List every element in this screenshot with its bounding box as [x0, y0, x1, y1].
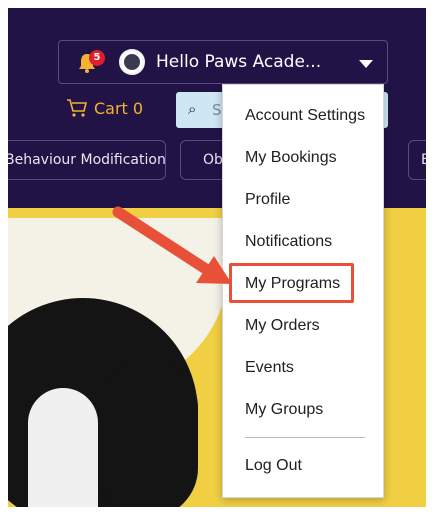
avatar[interactable] [119, 49, 145, 75]
menu-item-my-groups[interactable]: My Groups [245, 401, 323, 419]
menu-item-my-orders[interactable]: My Orders [245, 317, 320, 335]
menu-item-profile[interactable]: Profile [245, 191, 290, 209]
screenshot-frame: 5 Hello Paws Acade... Cart 0 ⌕ S Behavio… [8, 8, 426, 507]
search-placeholder: S [212, 101, 222, 119]
cart-link[interactable]: Cart 0 [66, 98, 143, 118]
search-icon: ⌕ [188, 100, 197, 118]
category-bo[interactable]: Bo [408, 140, 426, 180]
cart-label: Cart 0 [94, 98, 144, 118]
menu-divider [245, 437, 365, 438]
category-label: Ob [203, 152, 223, 168]
avatar-logo [124, 54, 140, 70]
chevron-down-icon[interactable] [359, 60, 373, 68]
notification-badge: 5 [89, 50, 105, 66]
menu-item-log-out[interactable]: Log Out [245, 457, 302, 475]
category-behaviour-modification[interactable]: Behaviour Modification [8, 140, 166, 180]
menu-item-events[interactable]: Events [245, 359, 294, 377]
category-label: Bo [421, 152, 426, 168]
user-menu-toggle[interactable]: 5 Hello Paws Acade... [58, 40, 388, 84]
menu-item-account-settings[interactable]: Account Settings [245, 107, 365, 125]
menu-item-notifications[interactable]: Notifications [245, 233, 332, 251]
cart-icon [67, 99, 88, 117]
user-greeting[interactable]: Hello Paws Acade... [156, 52, 321, 72]
category-label: Behaviour Modification [8, 152, 166, 168]
highlight-box [229, 263, 354, 303]
menu-item-my-bookings[interactable]: My Bookings [245, 149, 337, 167]
